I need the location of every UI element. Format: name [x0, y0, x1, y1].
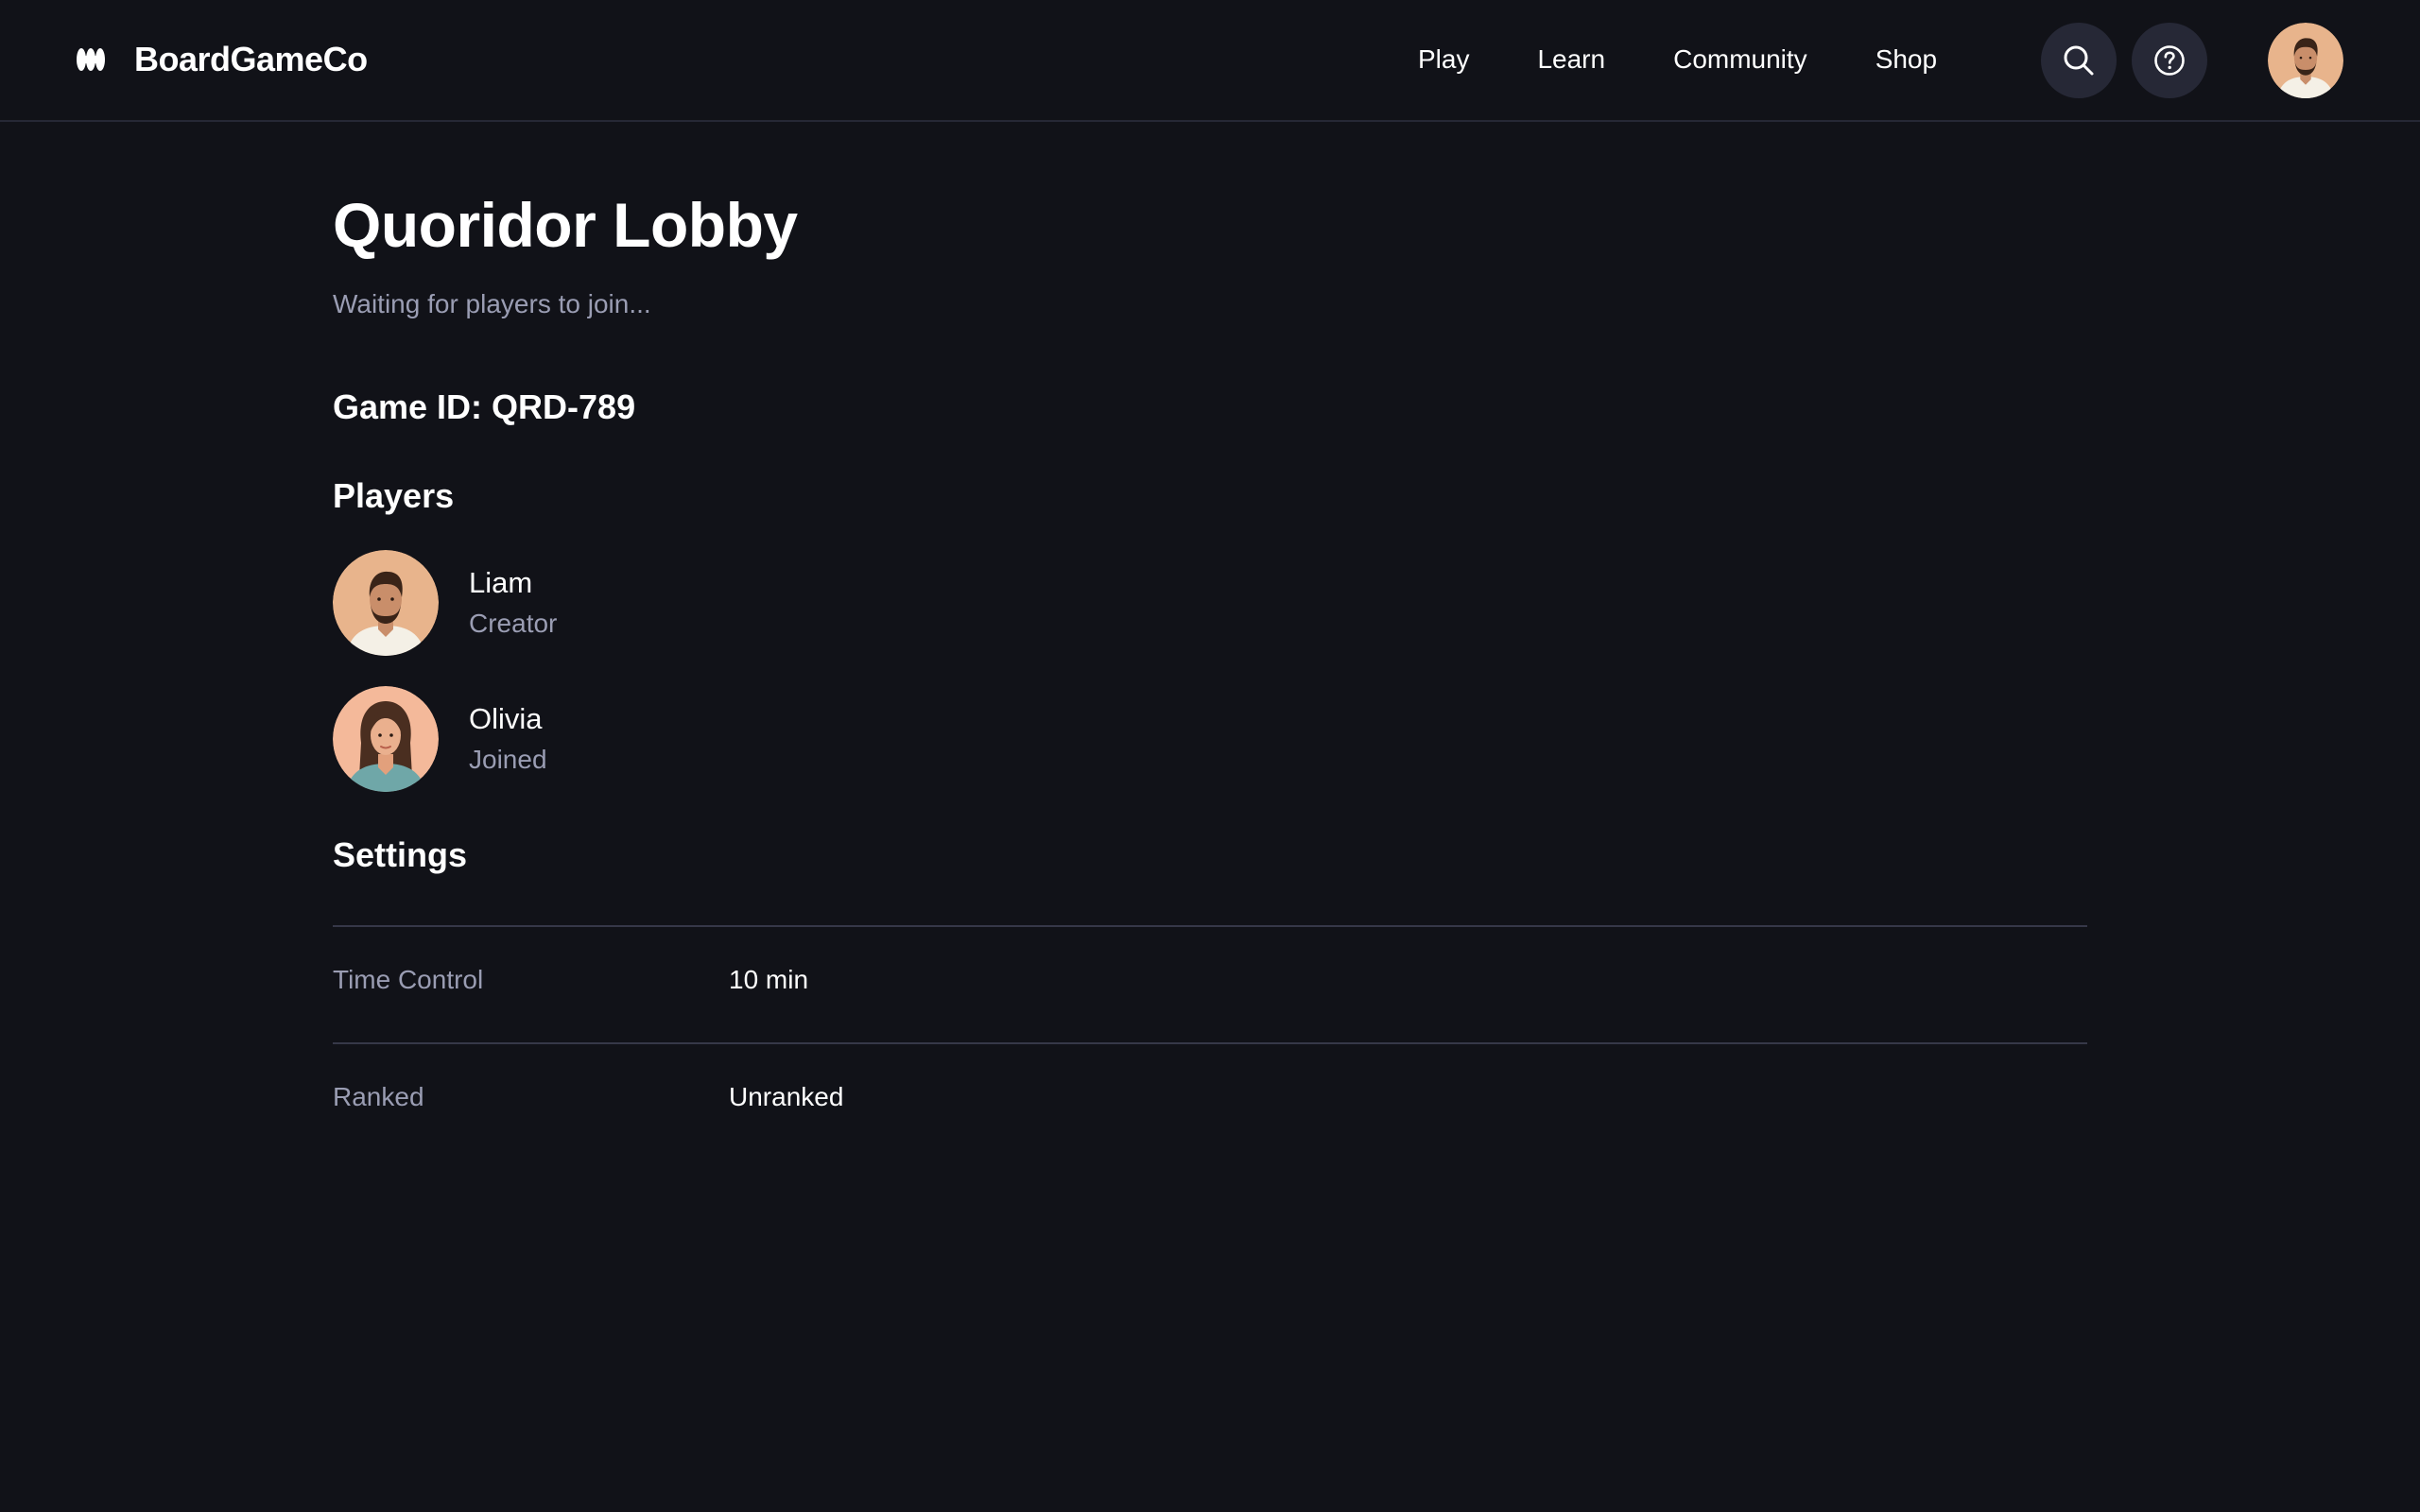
lobby-status-text: Waiting for players to join...: [333, 289, 651, 318]
nav-link-play[interactable]: Play: [1418, 44, 1469, 75]
settings-heading: Settings: [333, 835, 468, 874]
player-item-liam: Liam Creator: [333, 550, 557, 656]
player-info: Liam Creator: [469, 564, 557, 643]
settings-row-ranked: Ranked Unranked: [333, 1042, 2087, 1160]
nav-link-shop[interactable]: Shop: [1876, 44, 1937, 75]
male-avatar-icon: [333, 550, 439, 656]
help-circle-icon: [2154, 45, 2185, 76]
nav-link-community[interactable]: Community: [1673, 44, 1807, 75]
search-icon: [2064, 45, 2094, 76]
player-role: Joined: [469, 744, 547, 774]
brand-name: BoardGameCo: [134, 40, 368, 78]
page-title: Quoridor Lobby: [333, 190, 798, 260]
help-button[interactable]: [2132, 23, 2207, 98]
game-id: Game ID: QRD-789: [333, 387, 636, 426]
nav-link-learn[interactable]: Learn: [1537, 44, 1605, 75]
settings-row-time-control: Time Control 10 min: [333, 925, 2087, 1042]
player-item-olivia: Olivia Joined: [333, 686, 547, 792]
male-avatar-icon: [2268, 23, 2343, 98]
players-heading: Players: [333, 476, 455, 515]
brand-logo-icon: [77, 48, 105, 71]
settings-value: 10 min: [729, 965, 809, 994]
settings-table: Time Control 10 min Ranked Unranked: [333, 925, 2087, 1160]
player-name: Liam: [469, 565, 533, 599]
brand[interactable]: BoardGameCo: [76, 36, 368, 83]
top-nav-bar: BoardGameCo Play Learn Community Shop: [0, 0, 2420, 122]
player-info: Olivia Joined: [469, 700, 547, 779]
avatar: [333, 550, 439, 656]
player-name: Olivia: [469, 701, 543, 735]
avatar: [333, 686, 439, 792]
settings-value: Unranked: [729, 1082, 844, 1111]
settings-label: Time Control: [333, 965, 484, 994]
player-role: Creator: [469, 608, 558, 638]
search-button[interactable]: [2041, 23, 2117, 98]
female-avatar-icon: [333, 686, 439, 792]
settings-label: Ranked: [333, 1082, 424, 1111]
main-nav: Play Learn Community Shop: [1418, 40, 1937, 79]
user-avatar[interactable]: [2268, 23, 2343, 98]
